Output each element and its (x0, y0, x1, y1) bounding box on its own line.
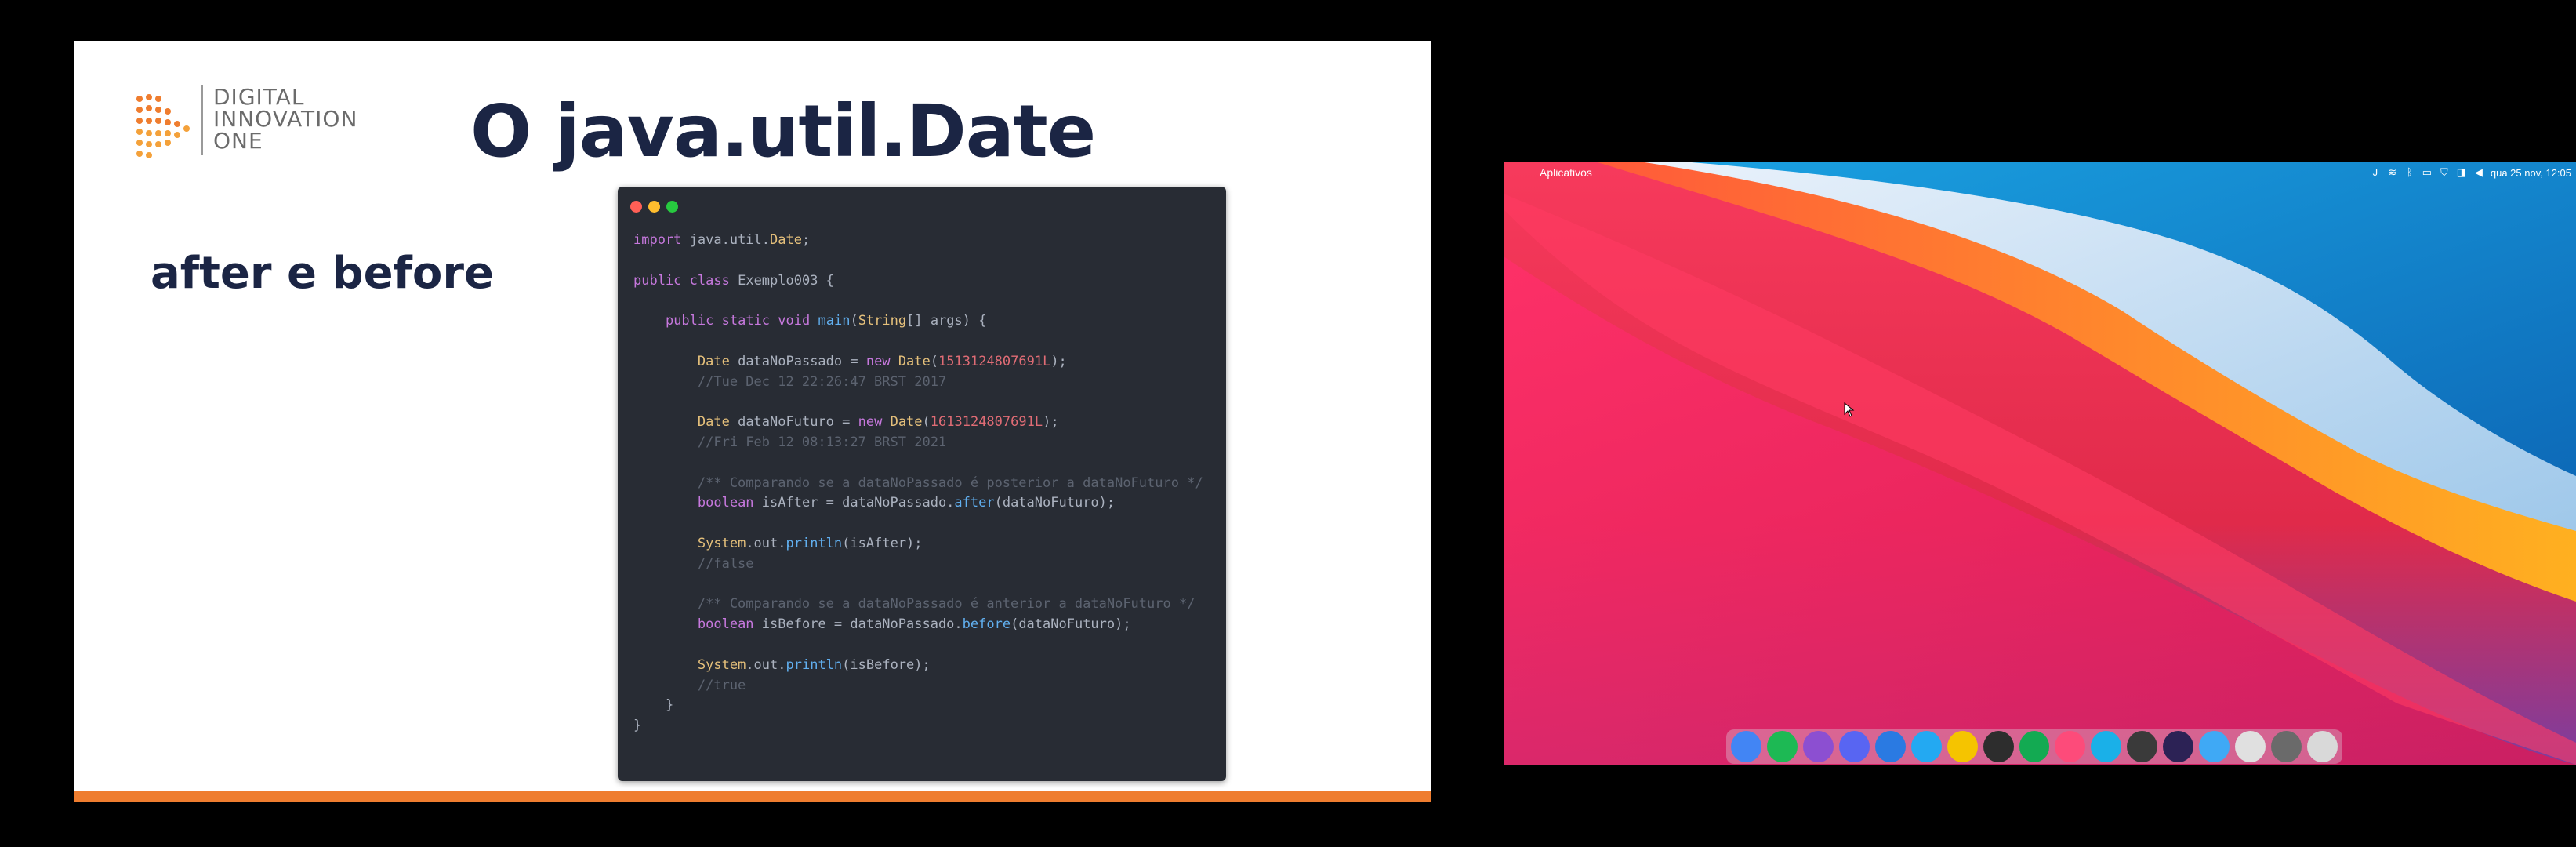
wifi-icon[interactable]: ≋ (2387, 167, 2398, 178)
settings-icon[interactable] (2271, 731, 2302, 762)
volume-icon[interactable]: ◀ (2473, 167, 2484, 178)
code-line: Date dataNoPassado = new Date(1513124807… (697, 353, 1067, 369)
dock (1726, 729, 2342, 764)
code-line: import java.util.Date; (633, 232, 811, 248)
shield-icon[interactable]: ⛉ (2439, 167, 2450, 178)
code-line: //Fri Feb 12 08:13:27 BRST 2021 (633, 434, 947, 450)
slide-title: O java.util.Date (470, 89, 1096, 173)
presentation-slide: DIGITAL INNOVATION ONE O java.util.Date … (74, 41, 1431, 802)
system-tray: J ≋ ᛒ ▭ ⛉ ◨ ◀ qua 25 nov, 12:05 (2370, 162, 2571, 183)
slide-subtitle: after e before (151, 248, 494, 299)
code-window: import java.util.Date; public class Exem… (618, 187, 1226, 781)
wallpaper (1504, 162, 2576, 765)
close-dot-icon (630, 201, 642, 213)
code-line: /** Comparando se a dataNoPassado é post… (633, 474, 1203, 491)
java-icon[interactable]: J (2370, 167, 2381, 178)
maximize-dot-icon (666, 201, 678, 213)
disk-icon[interactable] (2199, 731, 2230, 762)
code-line: //true (633, 677, 746, 693)
trash-icon[interactable] (2307, 731, 2338, 762)
clock[interactable]: qua 25 nov, 12:05 (2491, 167, 2571, 179)
code-block: import java.util.Date; public class Exem… (633, 231, 1203, 736)
code-line: //false (633, 555, 754, 572)
window-controls (630, 201, 678, 213)
code-line: /** Comparando se a dataNoPassado é ante… (633, 596, 1195, 613)
top-panel: Aplicativos J ≋ ᛒ ▭ ⛉ ◨ ◀ qua 25 nov, 12… (1504, 162, 2576, 183)
logo-line-2: INNOVATION (213, 106, 358, 132)
applications-menu[interactable]: Aplicativos (1540, 166, 1592, 179)
code-line: } (665, 697, 674, 714)
battery-icon[interactable]: ▭ (2422, 167, 2433, 178)
gnu-icon[interactable] (1983, 731, 2014, 762)
code-line: public class Exemplo003 { (633, 272, 834, 289)
minimize-dot-icon (648, 201, 660, 213)
code-line: System.out.println(isBefore); (697, 656, 931, 673)
code-line: boolean isBefore = dataNoPassado.before(… (697, 616, 1131, 633)
vpn-icon[interactable]: ◨ (2456, 167, 2467, 178)
logo-line-1: DIGITAL (213, 84, 305, 110)
code-line: boolean isAfter = dataNoPassado.after(da… (697, 495, 1116, 511)
code-line: public static void main(String[] args) { (665, 313, 987, 329)
desktop-screen: Aplicativos J ≋ ᛒ ▭ ⛉ ◨ ◀ qua 25 nov, 12… (1504, 162, 2576, 765)
sphere-icon[interactable] (2235, 731, 2266, 762)
b-app-icon[interactable] (1947, 731, 1978, 762)
code-line: //Tue Dec 12 22:26:47 BRST 2017 (633, 373, 947, 390)
browser-icon[interactable] (1874, 731, 1906, 762)
logo-wordmark: DIGITAL INNOVATION ONE (213, 86, 357, 152)
logo-line-3: ONE (213, 128, 263, 154)
mouse-cursor-icon (1844, 402, 1855, 417)
code-line: } (633, 718, 642, 734)
bluetooth-icon[interactable]: ᛒ (2404, 167, 2415, 178)
typora-icon[interactable] (2127, 731, 2158, 762)
discord-icon[interactable] (1838, 731, 1870, 762)
spotify-icon[interactable] (1766, 731, 1798, 762)
code-line: Date dataNoFuturo = new Date(16131248076… (697, 414, 1059, 431)
slide-accent-bar (74, 791, 1431, 802)
dio-logo-icon (136, 94, 190, 158)
logo-divider (201, 85, 203, 155)
cube-icon[interactable] (2091, 731, 2122, 762)
game-icon[interactable] (1802, 731, 1834, 762)
eclipse-icon[interactable] (2163, 731, 2194, 762)
vscode-icon[interactable] (1910, 731, 1942, 762)
mongodb-icon[interactable] (2019, 731, 2050, 762)
jetbrains-icon[interactable] (2055, 731, 2086, 762)
code-line: System.out.println(isAfter); (697, 535, 923, 551)
chrome-icon[interactable] (1731, 731, 1761, 762)
